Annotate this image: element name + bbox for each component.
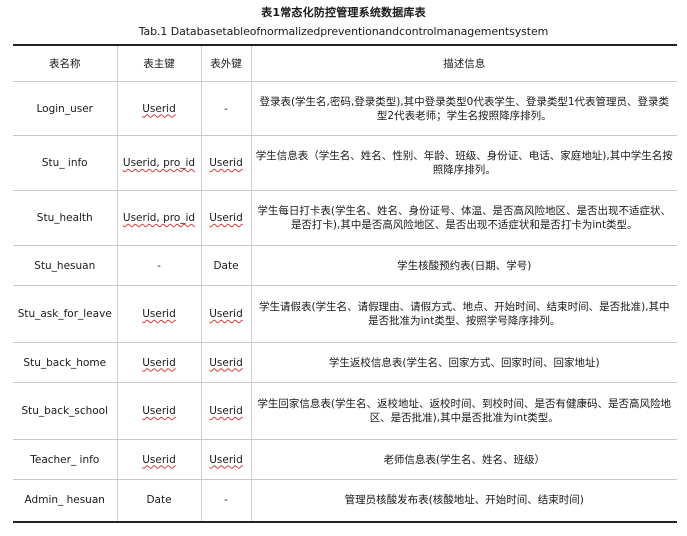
primary-key-value: Userid, pro_id	[122, 157, 196, 169]
cell-table-name: Stu_ info	[13, 135, 118, 191]
cell-primary-key: -	[116, 245, 202, 286]
primary-key-value: Userid	[142, 405, 176, 417]
cell-foreign-key: -	[200, 81, 252, 136]
cell-primary-key: Userid	[116, 439, 202, 480]
cell-foreign-key: -	[200, 479, 252, 523]
cell-description: 学生返校信息表(学生名、回家方式、回家时间、回家地址)	[250, 342, 677, 383]
primary-key-value: Userid	[142, 453, 176, 466]
table-row: Stu_ info Userid, pro_id Userid 学生信息表（学生…	[13, 135, 677, 191]
table-row: Teacher_ info Userid Userid 老师信息表(学生名、姓名…	[13, 439, 677, 480]
cell-primary-key: Userid	[116, 285, 202, 343]
header-table-name: 表名称	[13, 44, 118, 82]
table-header-row: 表名称 表主键 表外键 描述信息	[13, 44, 677, 82]
cell-description: 学生每日打卡表(学生名、姓名、身份证号、体温、是否高风险地区、是否出现不适症状、…	[250, 190, 677, 246]
database-table: 表名称 表主键 表外键 描述信息 Login_user Userid - 登录表…	[13, 44, 677, 523]
cell-table-name: Login_user	[13, 81, 118, 136]
table-caption-chinese: 表1常态化防控管理系统数据库表	[261, 6, 426, 19]
primary-key-value: Userid	[142, 356, 176, 369]
table-row: Admin_ hesuan Date - 管理员核酸发布表(核酸地址、开始时间、…	[13, 479, 677, 523]
table-row: Login_user Userid - 登录表(学生名,密码,登录类型),其中登…	[13, 81, 677, 136]
table-caption-english: Tab.1 Databasetableofnormalizedpreventio…	[138, 25, 549, 38]
cell-description: 学生请假表(学生名、请假理由、请假方式、地点、开始时间、结束时间、是否批准),其…	[250, 285, 677, 343]
cell-description: 学生回家信息表(学生名、返校地址、返校时间、到校时间、是否有健康码、是否高风险地…	[250, 382, 677, 440]
table-row: Stu_hesuan - Date 学生核酸预约表(日期、学号)	[13, 245, 677, 286]
cell-primary-key: Date	[116, 479, 202, 523]
cell-primary-key: Userid	[116, 342, 202, 383]
cell-table-name: Stu_back_school	[13, 382, 118, 440]
cell-primary-key: Userid, pro_id	[116, 190, 202, 246]
header-foreign-key: 表外键	[200, 44, 252, 82]
cell-foreign-key: Userid	[200, 190, 252, 246]
cell-description: 学生核酸预约表(日期、学号)	[250, 245, 677, 286]
cell-primary-key: Userid, pro_id	[116, 135, 202, 191]
cell-description: 管理员核酸发布表(核酸地址、开始时间、结束时间)	[250, 479, 677, 523]
foreign-key-value: Userid	[209, 453, 243, 466]
cell-foreign-key: Userid	[200, 285, 252, 343]
foreign-key-value: Userid	[209, 212, 243, 224]
table-row: Stu_back_home Userid Userid 学生返校信息表(学生名、…	[13, 342, 677, 383]
cell-table-name: Stu_hesuan	[13, 245, 118, 286]
primary-key-value: Userid	[142, 308, 176, 320]
foreign-key-value: Userid	[209, 405, 243, 417]
table-row: Stu_health Userid, pro_id Userid 学生每日打卡表…	[13, 190, 677, 246]
foreign-key-value: Userid	[209, 308, 243, 320]
table-row: Stu_back_school Userid Userid 学生回家信息表(学生…	[13, 382, 677, 440]
cell-primary-key: Userid	[116, 382, 202, 440]
cell-foreign-key: Userid	[200, 382, 252, 440]
cell-table-name: Stu_health	[13, 190, 118, 246]
cell-description: 老师信息表(学生名、姓名、班级）	[250, 439, 677, 480]
cell-table-name: Teacher_ info	[13, 439, 118, 480]
cell-foreign-key: Date	[200, 245, 252, 286]
cell-foreign-key: Userid	[200, 135, 252, 191]
header-primary-key: 表主键	[116, 44, 202, 82]
primary-key-value: Userid	[142, 102, 176, 115]
table-row: Stu_ask_for_leave Userid Userid 学生请假表(学生…	[13, 285, 677, 343]
cell-description: 登录表(学生名,密码,登录类型),其中登录类型0代表学生、登录类型1代表管理员、…	[250, 81, 677, 136]
foreign-key-value: Userid	[209, 356, 243, 369]
cell-table-name: Stu_ask_for_leave	[13, 285, 118, 343]
cell-table-name: Admin_ hesuan	[13, 479, 118, 523]
foreign-key-value: Userid	[209, 157, 243, 169]
primary-key-value: Userid, pro_id	[122, 212, 196, 224]
cell-table-name: Stu_back_home	[13, 342, 118, 383]
cell-foreign-key: Userid	[200, 439, 252, 480]
cell-description: 学生信息表（学生名、姓名、性别、年龄、班级、身份证、电话、家庭地址),其中学生名…	[250, 135, 677, 191]
cell-primary-key: Userid	[116, 81, 202, 136]
header-description: 描述信息	[250, 44, 677, 82]
cell-foreign-key: Userid	[200, 342, 252, 383]
